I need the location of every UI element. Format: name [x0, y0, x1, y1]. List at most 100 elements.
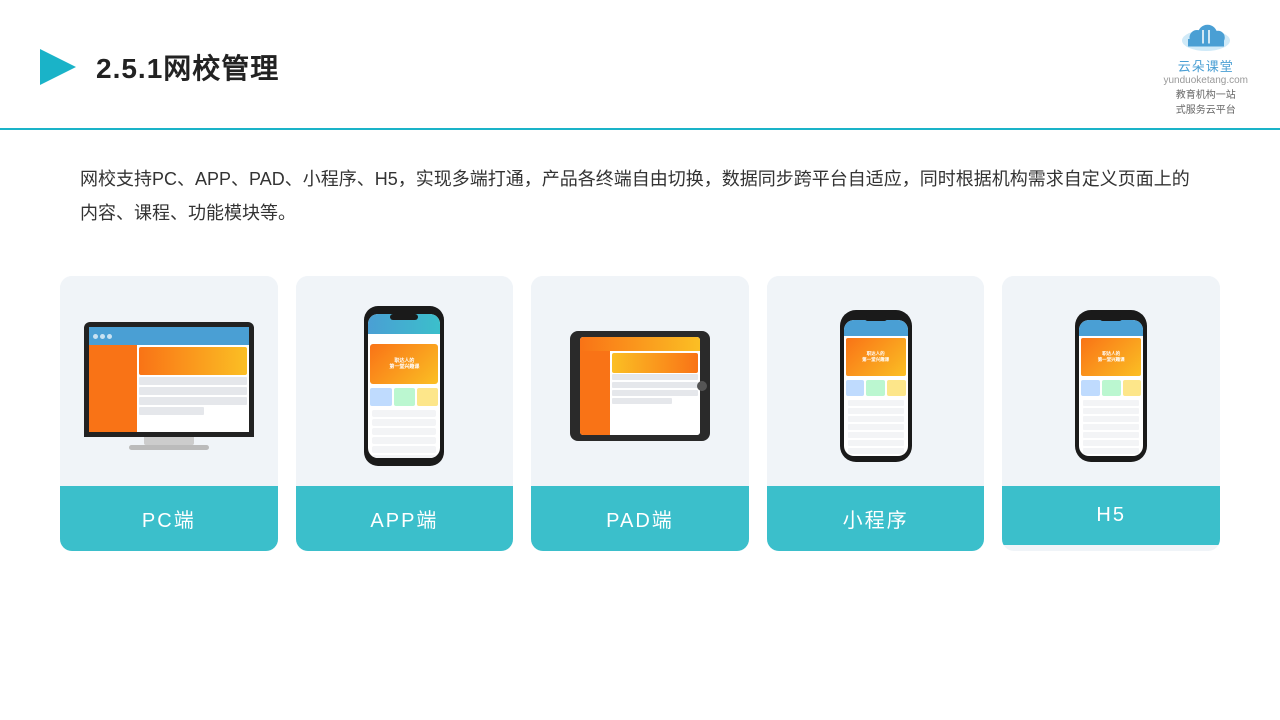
pc-row4: [139, 407, 204, 415]
header-left: 2.5.1网校管理: [32, 43, 279, 91]
phone-list-r1: [372, 410, 436, 417]
h5-r2: [1083, 408, 1139, 414]
pc-main: [137, 345, 249, 432]
description: 网校支持PC、APP、PAD、小程序、H5，实现多端打通，产品各终端自由切换，数…: [0, 130, 1280, 230]
card-miniapp: 职达人的第一堂兴趣课: [767, 276, 985, 551]
thin-r5: [848, 432, 904, 438]
pad-screen: [580, 337, 700, 435]
pc-row1: [139, 377, 247, 385]
pad-mockup: [570, 331, 710, 441]
pc-base: [129, 445, 209, 450]
phone-h5-banner: 职达人的第一堂兴趣课: [1081, 338, 1141, 376]
card-pc-label: PC端: [60, 486, 278, 551]
h5-g3: [1123, 380, 1142, 396]
phone-h5-mockup: 职达人的第一堂兴趣课: [1075, 310, 1147, 462]
pc-screen-content: [89, 327, 249, 432]
pad-rows: [612, 374, 698, 404]
phone-h5-header: [1079, 320, 1143, 336]
pc-dot1: [93, 334, 98, 339]
thin-r1: [848, 400, 904, 406]
card-h5-label: H5: [1002, 486, 1220, 545]
phone-app-mockup: 职达人的第一堂兴趣课: [364, 306, 444, 466]
thin-g1: [846, 380, 865, 396]
phone-list: [368, 408, 440, 458]
phone-h5-banner-txt: 职达人的第一堂兴趣课: [1098, 351, 1125, 364]
pad-r2: [612, 382, 698, 388]
pc-row3: [139, 397, 247, 405]
phone-grid-1: [370, 388, 391, 406]
phone-h5-screen: 职达人的第一堂兴趣课: [1079, 320, 1143, 456]
phone-h5-notch: [1100, 316, 1122, 321]
thin-r3: [848, 416, 904, 422]
phone-screen: 职达人的第一堂兴趣课: [368, 314, 440, 458]
phone-miniapp-mockup: 职达人的第一堂兴趣课: [840, 310, 912, 462]
thin-r7: [848, 448, 904, 454]
phone-notch: [390, 314, 418, 320]
pad-r3: [612, 390, 698, 396]
card-miniapp-image: 职达人的第一堂兴趣课: [767, 276, 985, 486]
phone-thin-banner-txt: 职达人的第一堂兴趣课: [862, 351, 889, 364]
brand-url: yunduoketang.com: [1163, 75, 1248, 86]
h5-r3: [1083, 416, 1139, 422]
phone-thin-screen: 职达人的第一堂兴趣课: [844, 320, 908, 456]
phone-grid: [368, 386, 440, 408]
thin-g2: [866, 380, 885, 396]
card-pc: PC端: [60, 276, 278, 551]
pc-screen-outer: [84, 322, 254, 437]
phone-list-r2: [372, 419, 436, 426]
h5-r7: [1083, 448, 1139, 454]
pc-dot2: [100, 334, 105, 339]
pad-banner: [612, 353, 698, 373]
h5-g1: [1081, 380, 1100, 396]
h5-r5: [1083, 432, 1139, 438]
h5-r4: [1083, 424, 1139, 430]
page-title: 2.5.1网校管理: [96, 47, 279, 87]
card-h5: 职达人的第一堂兴趣课: [1002, 276, 1220, 551]
pad-main: [610, 351, 700, 435]
phone-banner: 职达人的第一堂兴趣课: [370, 344, 438, 384]
pc-screen-body: [89, 345, 249, 432]
phone-thin-banner: 职达人的第一堂兴趣课: [846, 338, 906, 376]
phone-list-r6: [372, 455, 436, 458]
phone-thin-rows: [844, 398, 908, 456]
phone-h5-outer: 职达人的第一堂兴趣课: [1075, 310, 1147, 462]
card-h5-image: 职达人的第一堂兴趣课: [1002, 276, 1220, 486]
phone-list-r4: [372, 437, 436, 444]
thin-g3: [887, 380, 906, 396]
pad-outer: [570, 331, 710, 441]
phone-content: 职达人的第一堂兴趣课: [368, 334, 440, 458]
phone-thin-outer: 职达人的第一堂兴趣课: [840, 310, 912, 462]
phone-grid-3: [417, 388, 438, 406]
thin-r2: [848, 408, 904, 414]
pc-row2: [139, 387, 247, 395]
brand-tagline: 教育机构一站 式服务云平台: [1176, 86, 1236, 116]
card-app-label: APP端: [296, 486, 514, 551]
pad-r4: [612, 398, 672, 404]
phone-thin-grid: [844, 378, 908, 398]
card-pad-label: PAD端: [531, 486, 749, 551]
pc-screen-bar: [89, 327, 249, 345]
thin-r6: [848, 440, 904, 446]
phone-outer: 职达人的第一堂兴趣课: [364, 306, 444, 466]
card-app: 职达人的第一堂兴趣课: [296, 276, 514, 551]
card-app-image: 职达人的第一堂兴趣课: [296, 276, 514, 486]
brand-name: 云朵课堂: [1178, 56, 1234, 75]
phone-banner-text: 职达人的第一堂兴趣课: [389, 358, 419, 371]
h5-r6: [1083, 440, 1139, 446]
card-pad: PAD端: [531, 276, 749, 551]
h5-g2: [1102, 380, 1121, 396]
pc-banner: [139, 347, 247, 375]
card-pc-image: [60, 276, 278, 486]
phone-h5-grid: [1079, 378, 1143, 398]
pad-body: [580, 351, 700, 435]
logo-arrow-icon: [32, 43, 80, 91]
phone-thin-header: [844, 320, 908, 336]
brand-logo: 云朵课堂 yunduoketang.com 教育机构一站 式服务云平台: [1163, 18, 1248, 116]
header: 2.5.1网校管理 云朵课堂 yunduoketang.com 教育机构一站 式…: [0, 0, 1280, 130]
pad-r1: [612, 374, 698, 380]
cards-area: PC端 职达人的第一堂兴趣课: [0, 240, 1280, 551]
phone-grid-2: [394, 388, 415, 406]
pad-home-btn: [697, 381, 707, 391]
phone-list-r3: [372, 428, 436, 435]
pad-sidebar: [580, 351, 610, 435]
